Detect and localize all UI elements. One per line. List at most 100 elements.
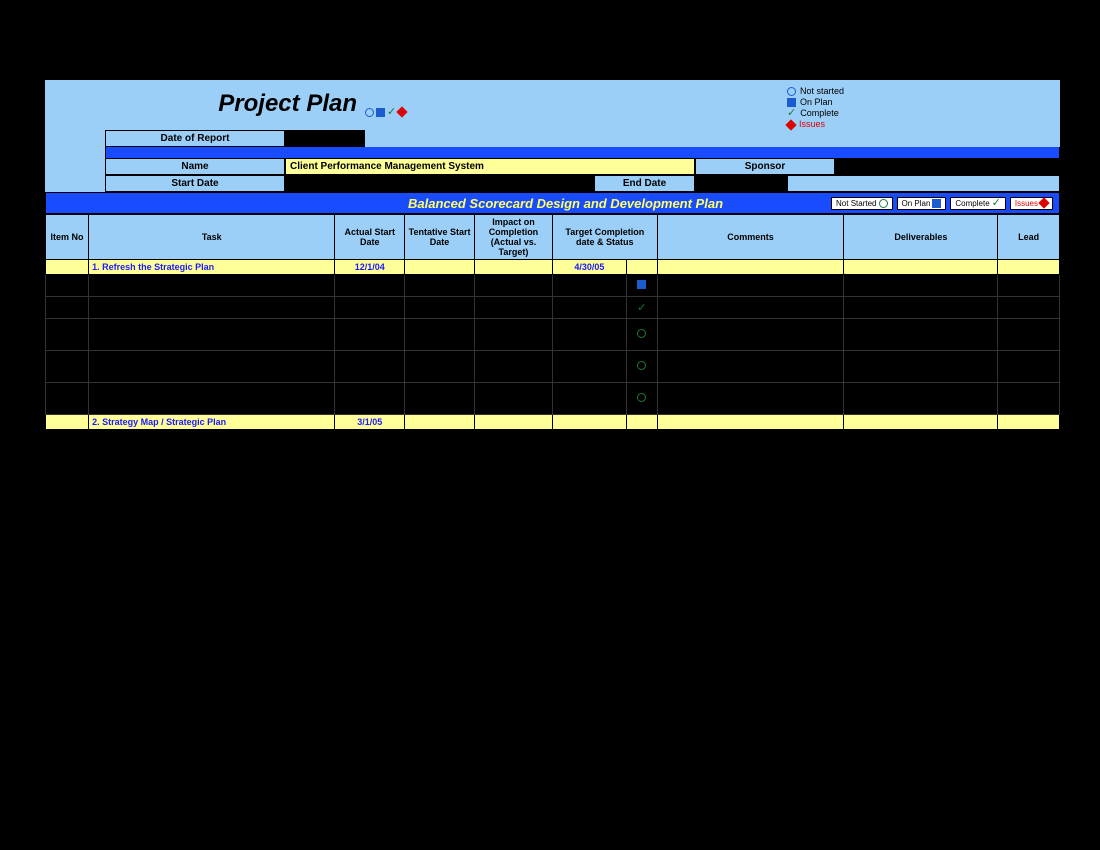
cell-comments[interactable]	[657, 297, 844, 319]
cell-actual-start[interactable]	[335, 275, 405, 297]
cell-deliverables[interactable]	[844, 297, 998, 319]
cell-target-date[interactable]	[552, 319, 626, 351]
cell-tentative-start[interactable]	[405, 297, 475, 319]
table-row[interactable]	[46, 351, 1060, 383]
cell-comments[interactable]	[657, 383, 844, 415]
cell-impact[interactable]	[474, 297, 552, 319]
cell-task[interactable]	[89, 383, 335, 415]
cell-impact[interactable]	[474, 351, 552, 383]
cell-item[interactable]	[46, 319, 89, 351]
cell-deliverables[interactable]	[844, 260, 998, 275]
cell-target-date[interactable]	[552, 383, 626, 415]
cell-deliverables[interactable]	[844, 319, 998, 351]
table-row[interactable]: ✓	[46, 297, 1060, 319]
cell-status[interactable]	[626, 351, 657, 383]
legend-complete: Complete	[800, 108, 839, 119]
cell-status[interactable]: ✓	[626, 297, 657, 319]
notstarted-icon	[787, 87, 796, 96]
cell-target-date[interactable]	[552, 275, 626, 297]
issues-icon	[1038, 197, 1049, 208]
cell-task[interactable]	[89, 275, 335, 297]
col-comments: Comments	[657, 215, 844, 260]
name-field[interactable]: Client Performance Management System	[285, 158, 695, 175]
cell-status[interactable]	[626, 383, 657, 415]
cell-lead[interactable]	[998, 260, 1060, 275]
cell-comments[interactable]	[657, 415, 844, 430]
cell-tentative-start[interactable]	[405, 383, 475, 415]
cell-status[interactable]	[626, 275, 657, 297]
table-row[interactable]	[46, 275, 1060, 297]
cell-deliverables[interactable]	[844, 351, 998, 383]
cell-lead[interactable]	[998, 275, 1060, 297]
cell-task[interactable]: 1. Refresh the Strategic Plan	[89, 260, 335, 275]
cell-target-date[interactable]	[552, 297, 626, 319]
cell-impact[interactable]	[474, 319, 552, 351]
cell-comments[interactable]	[657, 319, 844, 351]
legend-notstarted: Not started	[800, 86, 844, 97]
col-item-no: Item No	[46, 215, 89, 260]
cell-lead[interactable]	[998, 351, 1060, 383]
table-row[interactable]	[46, 383, 1060, 415]
cell-tentative-start[interactable]	[405, 415, 475, 430]
pill-label: Not Started	[836, 199, 876, 208]
cell-tentative-start[interactable]	[405, 275, 475, 297]
cell-item[interactable]	[46, 275, 89, 297]
cell-impact[interactable]	[474, 275, 552, 297]
cell-actual-start[interactable]: 12/1/04	[335, 260, 405, 275]
notstarted-icon	[879, 199, 888, 208]
cell-comments[interactable]	[657, 275, 844, 297]
cell-actual-start[interactable]	[335, 351, 405, 383]
pill-issues[interactable]: Issues	[1010, 197, 1053, 210]
cell-lead[interactable]	[998, 383, 1060, 415]
cell-task[interactable]	[89, 319, 335, 351]
end-date-field[interactable]	[695, 175, 787, 192]
legend: Not started On Plan ✓Complete Issues	[787, 86, 1060, 130]
cell-status[interactable]	[626, 319, 657, 351]
cell-target-date[interactable]	[552, 351, 626, 383]
sponsor-label: Sponsor	[695, 158, 835, 175]
cell-item[interactable]	[46, 297, 89, 319]
cell-item[interactable]	[46, 351, 89, 383]
cell-tentative-start[interactable]	[405, 351, 475, 383]
pill-complete[interactable]: Complete✓	[950, 197, 1005, 210]
cell-tentative-start[interactable]	[405, 319, 475, 351]
cell-impact[interactable]	[474, 415, 552, 430]
cell-impact[interactable]	[474, 383, 552, 415]
col-target: Target Completion date & Status	[552, 215, 657, 260]
pill-label: On Plan	[902, 199, 931, 208]
cell-tentative-start[interactable]	[405, 260, 475, 275]
cell-item[interactable]	[46, 260, 89, 275]
cell-item[interactable]	[46, 415, 89, 430]
cell-deliverables[interactable]	[844, 383, 998, 415]
table-row[interactable]	[46, 319, 1060, 351]
cell-item[interactable]	[46, 383, 89, 415]
cell-lead[interactable]	[998, 319, 1060, 351]
cell-comments[interactable]	[657, 260, 844, 275]
cell-lead[interactable]	[998, 297, 1060, 319]
cell-target-date[interactable]	[552, 415, 626, 430]
cell-deliverables[interactable]	[844, 275, 998, 297]
cell-actual-start[interactable]	[335, 297, 405, 319]
cell-comments[interactable]	[657, 351, 844, 383]
pill-notstarted[interactable]: Not Started	[831, 197, 892, 210]
date-of-report-field[interactable]	[285, 130, 365, 147]
table-row[interactable]: 1. Refresh the Strategic Plan12/1/04 4/30…	[46, 260, 1060, 275]
start-date-field[interactable]: End Date	[285, 175, 695, 192]
start-date-label: Start Date	[105, 175, 285, 192]
cell-task[interactable]	[89, 297, 335, 319]
sponsor-field[interactable]	[835, 158, 1060, 175]
cell-impact[interactable]	[474, 260, 552, 275]
pill-onplan[interactable]: On Plan	[897, 197, 947, 210]
cell-task[interactable]	[89, 351, 335, 383]
cell-task[interactable]: 2. Strategy Map / Strategic Plan	[89, 415, 335, 430]
col-actual-start: Actual Start Date	[335, 215, 405, 260]
cell-status[interactable]	[626, 415, 657, 430]
cell-lead[interactable]	[998, 415, 1060, 430]
cell-actual-start[interactable]	[335, 319, 405, 351]
table-row[interactable]: 2. Strategy Map / Strategic Plan3/1/05	[46, 415, 1060, 430]
cell-status[interactable]	[626, 260, 657, 275]
cell-actual-start[interactable]	[335, 383, 405, 415]
cell-actual-start[interactable]: 3/1/05	[335, 415, 405, 430]
cell-deliverables[interactable]	[844, 415, 998, 430]
cell-target-date[interactable]: 4/30/05	[552, 260, 626, 275]
